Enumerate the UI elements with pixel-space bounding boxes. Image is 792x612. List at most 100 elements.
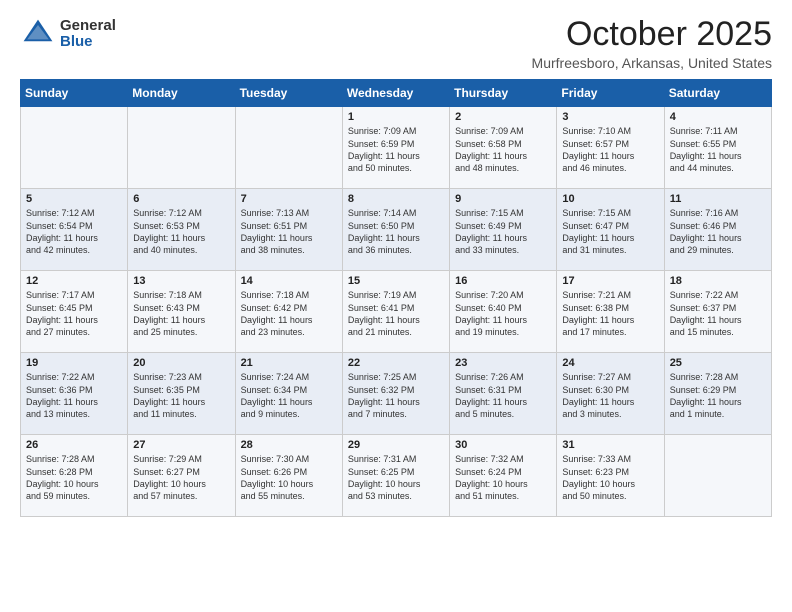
day-number: 19 <box>26 357 122 369</box>
day-number: 1 <box>348 111 444 123</box>
calendar-cell: 17 Sunrise: 7:21 AM Sunset: 6:38 PM Dayli… <box>557 271 664 353</box>
calendar-cell <box>235 107 342 189</box>
day-number: 25 <box>670 357 766 369</box>
calendar-header-row: SundayMondayTuesdayWednesdayThursdayFrid… <box>21 80 772 107</box>
day-info: Sunrise: 7:27 AM Sunset: 6:30 PM Dayligh… <box>562 371 658 420</box>
calendar-cell: 12Sunrise: 7:17 AM Sunset: 6:45 PM Dayli… <box>21 271 128 353</box>
day-info: Sunrise: 7:13 AM Sunset: 6:51 PM Dayligh… <box>241 207 337 256</box>
logo-general-text: General <box>60 18 116 35</box>
day-number: 7 <box>241 193 337 205</box>
day-number: 13 <box>133 275 229 287</box>
day-number: 20 <box>133 357 229 369</box>
calendar-cell: 16 Sunrise: 7:20 AM Sunset: 6:40 PM Dayli… <box>450 271 557 353</box>
day-number: 22 <box>348 357 444 369</box>
calendar-cell: 11Sunrise: 7:16 AM Sunset: 6:46 PM Dayli… <box>664 189 771 271</box>
calendar-cell: 21 Sunrise: 7:24 AM Sunset: 6:34 PM Dayli… <box>235 353 342 435</box>
day-info: Sunrise: 7:20 AM Sunset: 6:40 PM Dayligh… <box>455 289 551 338</box>
logo-blue-text: Blue <box>60 34 116 51</box>
day-number: 6 <box>133 193 229 205</box>
logo-text: General Blue <box>60 18 116 51</box>
day-info: Sunrise: 7:23 AM Sunset: 6:35 PM Dayligh… <box>133 371 229 420</box>
day-number: 2 <box>455 111 551 123</box>
logo-icon <box>20 16 56 52</box>
day-number: 15 <box>348 275 444 287</box>
calendar-cell: 29Sunrise: 7:31 AM Sunset: 6:25 PM Dayli… <box>342 435 449 517</box>
day-number: 18 <box>670 275 766 287</box>
day-info: Sunrise: 7:12 AM Sunset: 6:53 PM Dayligh… <box>133 207 229 256</box>
day-number: 10 <box>562 193 658 205</box>
calendar-cell: 10Sunrise: 7:15 AM Sunset: 6:47 PM Dayli… <box>557 189 664 271</box>
day-info: Sunrise: 7:26 AM Sunset: 6:31 PM Dayligh… <box>455 371 551 420</box>
day-number: 4 <box>670 111 766 123</box>
day-header-thursday: Thursday <box>450 80 557 107</box>
day-number: 12 <box>26 275 122 287</box>
day-number: 23 <box>455 357 551 369</box>
day-number: 17 <box>562 275 658 287</box>
calendar-cell: 6 Sunrise: 7:12 AM Sunset: 6:53 PM Daylig… <box>128 189 235 271</box>
day-info: Sunrise: 7:09 AM Sunset: 6:58 PM Dayligh… <box>455 125 551 174</box>
calendar-week-row: 26Sunrise: 7:28 AM Sunset: 6:28 PM Dayli… <box>21 435 772 517</box>
calendar-cell: 14 Sunrise: 7:18 AM Sunset: 6:42 PM Dayli… <box>235 271 342 353</box>
day-number: 21 <box>241 357 337 369</box>
day-number: 14 <box>241 275 337 287</box>
calendar-cell: 13 Sunrise: 7:18 AM Sunset: 6:43 PM Dayli… <box>128 271 235 353</box>
day-header-monday: Monday <box>128 80 235 107</box>
day-info: Sunrise: 7:18 AM Sunset: 6:43 PM Dayligh… <box>133 289 229 338</box>
day-number: 5 <box>26 193 122 205</box>
day-info: Sunrise: 7:21 AM Sunset: 6:38 PM Dayligh… <box>562 289 658 338</box>
title-block: October 2025 Murfreesboro, Arkansas, Uni… <box>532 16 772 71</box>
calendar-cell: 23 Sunrise: 7:26 AM Sunset: 6:31 PM Dayli… <box>450 353 557 435</box>
calendar-cell: 4Sunrise: 7:11 AM Sunset: 6:55 PM Daylig… <box>664 107 771 189</box>
calendar-cell: 9 Sunrise: 7:15 AM Sunset: 6:49 PM Daylig… <box>450 189 557 271</box>
day-header-saturday: Saturday <box>664 80 771 107</box>
day-number: 30 <box>455 439 551 451</box>
day-info: Sunrise: 7:33 AM Sunset: 6:23 PM Dayligh… <box>562 453 658 502</box>
day-info: Sunrise: 7:31 AM Sunset: 6:25 PM Dayligh… <box>348 453 444 502</box>
day-info: Sunrise: 7:29 AM Sunset: 6:27 PM Dayligh… <box>133 453 229 502</box>
day-number: 3 <box>562 111 658 123</box>
day-info: Sunrise: 7:25 AM Sunset: 6:32 PM Dayligh… <box>348 371 444 420</box>
calendar-cell <box>21 107 128 189</box>
day-number: 24 <box>562 357 658 369</box>
day-info: Sunrise: 7:14 AM Sunset: 6:50 PM Dayligh… <box>348 207 444 256</box>
day-info: Sunrise: 7:18 AM Sunset: 6:42 PM Dayligh… <box>241 289 337 338</box>
day-header-wednesday: Wednesday <box>342 80 449 107</box>
calendar-week-row: 12Sunrise: 7:17 AM Sunset: 6:45 PM Dayli… <box>21 271 772 353</box>
day-number: 31 <box>562 439 658 451</box>
calendar-cell <box>128 107 235 189</box>
calendar-cell: 7 Sunrise: 7:13 AM Sunset: 6:51 PM Daylig… <box>235 189 342 271</box>
day-number: 9 <box>455 193 551 205</box>
day-number: 27 <box>133 439 229 451</box>
day-number: 28 <box>241 439 337 451</box>
day-info: Sunrise: 7:28 AM Sunset: 6:29 PM Dayligh… <box>670 371 766 420</box>
calendar-cell: 19Sunrise: 7:22 AM Sunset: 6:36 PM Dayli… <box>21 353 128 435</box>
day-header-friday: Friday <box>557 80 664 107</box>
day-header-tuesday: Tuesday <box>235 80 342 107</box>
calendar-cell: 31 Sunrise: 7:33 AM Sunset: 6:23 PM Dayli… <box>557 435 664 517</box>
calendar-week-row: 1Sunrise: 7:09 AM Sunset: 6:59 PM Daylig… <box>21 107 772 189</box>
calendar-cell: 1Sunrise: 7:09 AM Sunset: 6:59 PM Daylig… <box>342 107 449 189</box>
day-number: 8 <box>348 193 444 205</box>
calendar-week-row: 19Sunrise: 7:22 AM Sunset: 6:36 PM Dayli… <box>21 353 772 435</box>
day-info: Sunrise: 7:12 AM Sunset: 6:54 PM Dayligh… <box>26 207 122 256</box>
day-info: Sunrise: 7:22 AM Sunset: 6:37 PM Dayligh… <box>670 289 766 338</box>
day-info: Sunrise: 7:15 AM Sunset: 6:49 PM Dayligh… <box>455 207 551 256</box>
day-info: Sunrise: 7:19 AM Sunset: 6:41 PM Dayligh… <box>348 289 444 338</box>
calendar-cell: 2 Sunrise: 7:09 AM Sunset: 6:58 PM Daylig… <box>450 107 557 189</box>
calendar-cell <box>664 435 771 517</box>
page: General Blue October 2025 Murfreesboro, … <box>0 0 792 612</box>
day-info: Sunrise: 7:24 AM Sunset: 6:34 PM Dayligh… <box>241 371 337 420</box>
calendar-week-row: 5 Sunrise: 7:12 AM Sunset: 6:54 PM Daylig… <box>21 189 772 271</box>
calendar-cell: 28Sunrise: 7:30 AM Sunset: 6:26 PM Dayli… <box>235 435 342 517</box>
calendar-cell: 25 Sunrise: 7:28 AM Sunset: 6:29 PM Dayli… <box>664 353 771 435</box>
calendar-cell: 22 Sunrise: 7:25 AM Sunset: 6:32 PM Dayli… <box>342 353 449 435</box>
calendar-cell: 8 Sunrise: 7:14 AM Sunset: 6:50 PM Daylig… <box>342 189 449 271</box>
calendar-cell: 24 Sunrise: 7:27 AM Sunset: 6:30 PM Dayli… <box>557 353 664 435</box>
day-info: Sunrise: 7:28 AM Sunset: 6:28 PM Dayligh… <box>26 453 122 502</box>
calendar-cell: 30Sunrise: 7:32 AM Sunset: 6:24 PM Dayli… <box>450 435 557 517</box>
logo: General Blue <box>20 16 116 52</box>
day-number: 16 <box>455 275 551 287</box>
day-info: Sunrise: 7:10 AM Sunset: 6:57 PM Dayligh… <box>562 125 658 174</box>
day-info: Sunrise: 7:16 AM Sunset: 6:46 PM Dayligh… <box>670 207 766 256</box>
calendar-title: October 2025 <box>532 16 772 53</box>
